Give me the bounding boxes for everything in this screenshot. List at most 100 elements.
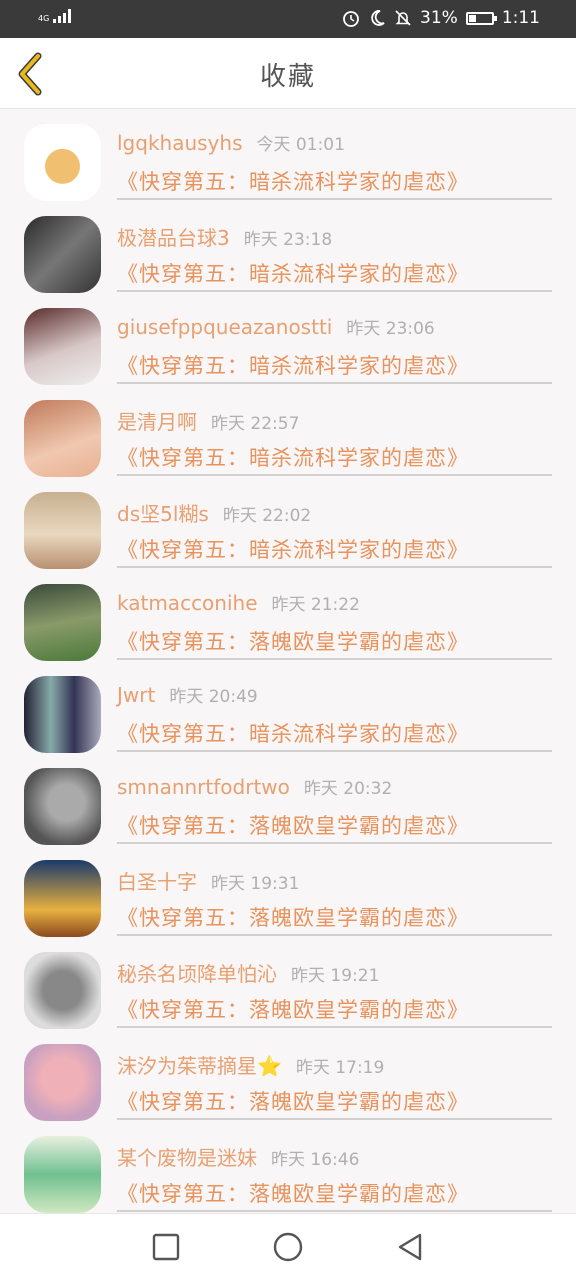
- username[interactable]: 某个废物是迷妹: [117, 1146, 257, 1170]
- timestamp: 昨天 22:02: [222, 506, 312, 526]
- list-item[interactable]: ds坚5l糊s 昨天 22:02 《快穿第五：暗杀流科学家的虐恋》: [0, 478, 576, 570]
- system-nav-bar: [0, 1213, 576, 1281]
- avatar[interactable]: [24, 308, 101, 385]
- divider: [117, 1118, 552, 1120]
- circle-home-icon[interactable]: [273, 1232, 303, 1262]
- username[interactable]: 秘杀名顷降单怕沁: [117, 962, 277, 986]
- timestamp: 昨天 22:57: [211, 414, 300, 434]
- avatar[interactable]: [24, 1044, 101, 1121]
- username[interactable]: 沫汐为茱蒂摘星⭐: [117, 1054, 282, 1078]
- divider: [117, 750, 552, 752]
- username[interactable]: Jwrt: [117, 683, 155, 707]
- avatar[interactable]: [24, 584, 101, 661]
- signal-icon: [53, 9, 71, 23]
- signal-indicator: 4G: [38, 9, 71, 23]
- username[interactable]: ds坚5l糊s: [117, 502, 209, 526]
- list-item[interactable]: Jwrt 昨天 20:49 《快穿第五：暗杀流科学家的虐恋》: [0, 662, 576, 754]
- clock: 1:11: [501, 8, 540, 28]
- alarm-icon: [343, 11, 359, 27]
- book-title-link[interactable]: 《快穿第五：暗杀流科学家的虐恋》: [117, 166, 469, 196]
- timestamp: 昨天 20:32: [303, 779, 393, 799]
- divider: [117, 198, 552, 200]
- username[interactable]: katmacconihe: [117, 591, 258, 615]
- list-item[interactable]: katmacconihe 昨天 21:22 《快穿第五：落魄欧皇学霸的虐恋》: [0, 570, 576, 662]
- book-title-link[interactable]: 《快穿第五：落魄欧皇学霸的虐恋》: [117, 810, 469, 840]
- username[interactable]: giusefppqueazanostti: [117, 315, 332, 339]
- app-header: 收藏: [0, 38, 576, 109]
- divider: [117, 566, 552, 568]
- status-bar: 4G 31% 1:11: [0, 0, 576, 38]
- avatar[interactable]: [24, 1136, 101, 1213]
- timestamp: 昨天 19:21: [291, 966, 380, 986]
- divider: [117, 658, 552, 660]
- timestamp: 今天 01:01: [256, 135, 345, 155]
- avatar[interactable]: [24, 768, 101, 845]
- moon-icon: [371, 10, 385, 26]
- avatar[interactable]: [24, 952, 101, 1029]
- battery-percent: 31%: [420, 8, 458, 28]
- username[interactable]: 白圣十字: [117, 870, 197, 894]
- network-type: 4G: [38, 14, 50, 23]
- item-header: giusefppqueazanostti 昨天 23:06: [117, 314, 435, 339]
- book-title-link[interactable]: 《快穿第五：落魄欧皇学霸的虐恋》: [117, 1178, 469, 1208]
- avatar[interactable]: [24, 676, 101, 753]
- timestamp: 昨天 21:22: [271, 595, 360, 615]
- square-recent-icon[interactable]: [151, 1232, 181, 1262]
- item-header: katmacconihe 昨天 21:22: [117, 590, 360, 615]
- avatar[interactable]: [24, 124, 101, 201]
- timestamp: 昨天 19:31: [211, 874, 300, 894]
- divider: [117, 382, 552, 384]
- book-title-link[interactable]: 《快穿第五：暗杀流科学家的虐恋》: [117, 258, 469, 288]
- item-header: 是清月啊 昨天 22:57: [117, 406, 299, 435]
- timestamp: 昨天 20:49: [169, 687, 258, 707]
- username[interactable]: smnannrtfodrtwo: [117, 775, 290, 799]
- list-item[interactable]: 沫汐为茱蒂摘星⭐ 昨天 17:19 《快穿第五：落魄欧皇学霸的虐恋》: [0, 1030, 576, 1122]
- list-item[interactable]: 是清月啊 昨天 22:57 《快穿第五：暗杀流科学家的虐恋》: [0, 386, 576, 478]
- timestamp: 昨天 23:06: [346, 319, 435, 339]
- list-item[interactable]: 某个废物是迷妹 昨天 16:46 《快穿第五：落魄欧皇学霸的虐恋》: [0, 1122, 576, 1213]
- timestamp: 昨天 23:18: [243, 230, 333, 250]
- list-item[interactable]: 秘杀名顷降单怕沁 昨天 19:21 《快穿第五：落魄欧皇学霸的虐恋》: [0, 938, 576, 1030]
- list-item[interactable]: 白圣十字 昨天 19:31 《快穿第五：落魄欧皇学霸的虐恋》: [0, 846, 576, 938]
- item-header: 白圣十字 昨天 19:31: [117, 866, 299, 895]
- book-title-link[interactable]: 《快穿第五：落魄欧皇学霸的虐恋》: [117, 902, 469, 932]
- triangle-back-icon[interactable]: [395, 1232, 425, 1262]
- item-header: ds坚5l糊s 昨天 22:02: [117, 498, 311, 527]
- divider: [117, 290, 552, 292]
- item-header: 极潜品台球3 昨天 23:18: [117, 222, 332, 251]
- item-header: smnannrtfodrtwo 昨天 20:32: [117, 774, 392, 799]
- book-title-link[interactable]: 《快穿第五：落魄欧皇学霸的虐恋》: [117, 626, 469, 656]
- username[interactable]: 是清月啊: [117, 410, 197, 434]
- book-title-link[interactable]: 《快穿第五：暗杀流科学家的虐恋》: [117, 718, 469, 748]
- mute-icon: [395, 10, 411, 26]
- book-title-link[interactable]: 《快穿第五：暗杀流科学家的虐恋》: [117, 442, 469, 472]
- item-header: 秘杀名顷降单怕沁 昨天 19:21: [117, 958, 379, 987]
- avatar[interactable]: [24, 216, 101, 293]
- divider: [117, 842, 552, 844]
- list-item[interactable]: 极潜品台球3 昨天 23:18 《快穿第五：暗杀流科学家的虐恋》: [0, 202, 576, 294]
- avatar[interactable]: [24, 492, 101, 569]
- list-item[interactable]: giusefppqueazanostti 昨天 23:06 《快穿第五：暗杀流科学家…: [0, 294, 576, 386]
- avatar[interactable]: [24, 860, 101, 937]
- username[interactable]: 极潜品台球3: [117, 226, 230, 250]
- username[interactable]: lgqkhausyhs: [117, 131, 243, 155]
- favorites-list: lgqkhausyhs 今天 01:01 《快穿第五：暗杀流科学家的虐恋》 极潜品台球…: [0, 110, 576, 1213]
- list-item[interactable]: smnannrtfodrtwo 昨天 20:32 《快穿第五：落魄欧皇学霸的虐恋》: [0, 754, 576, 846]
- divider: [117, 934, 552, 936]
- avatar[interactable]: [24, 400, 101, 477]
- divider: [117, 474, 552, 476]
- book-title-link[interactable]: 《快穿第五：落魄欧皇学霸的虐恋》: [117, 994, 469, 1024]
- list-item[interactable]: lgqkhausyhs 今天 01:01 《快穿第五：暗杀流科学家的虐恋》: [0, 110, 576, 202]
- battery-icon: [465, 11, 497, 25]
- item-header: 沫汐为茱蒂摘星⭐ 昨天 17:19: [117, 1050, 384, 1079]
- book-title-link[interactable]: 《快穿第五：暗杀流科学家的虐恋》: [117, 534, 469, 564]
- timestamp: 昨天 17:19: [295, 1058, 385, 1078]
- timestamp: 昨天 16:46: [271, 1150, 360, 1170]
- divider: [117, 1210, 552, 1212]
- divider: [117, 1026, 552, 1028]
- book-title-link[interactable]: 《快穿第五：落魄欧皇学霸的虐恋》: [117, 1086, 469, 1116]
- item-header: 某个废物是迷妹 昨天 16:46: [117, 1142, 359, 1171]
- item-header: Jwrt 昨天 20:49: [117, 682, 258, 707]
- book-title-link[interactable]: 《快穿第五：暗杀流科学家的虐恋》: [117, 350, 469, 380]
- item-header: lgqkhausyhs 今天 01:01: [117, 130, 345, 155]
